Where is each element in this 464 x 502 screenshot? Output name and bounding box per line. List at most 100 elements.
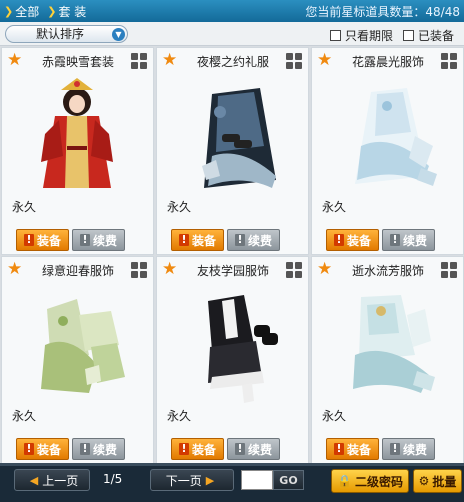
checkbox-label: 已装备 — [418, 29, 455, 43]
equip-label: 装备 — [191, 233, 216, 248]
renew-label: 续费 — [247, 442, 272, 457]
renew-button[interactable]: ! 续费 — [72, 229, 125, 251]
favorite-star-icon[interactable]: ★ — [317, 261, 334, 278]
equip-button[interactable]: ! 装备 — [326, 229, 379, 251]
item-duration: 永久 — [322, 200, 347, 214]
renew-button[interactable]: ! 续费 — [227, 229, 280, 251]
breadcrumb-suits[interactable]: ❯ 套 装 — [47, 3, 86, 20]
checkbox-box[interactable] — [403, 30, 414, 41]
chevron-right-icon: ❯ — [4, 4, 14, 18]
favorite-star-icon[interactable]: ★ — [162, 52, 179, 69]
alert-icon: ! — [389, 443, 400, 455]
equipped-checkbox[interactable]: 已装备 — [403, 27, 454, 44]
outfit-image — [202, 88, 276, 188]
outfit-image — [353, 295, 435, 393]
grid-view-icon[interactable] — [441, 53, 457, 69]
lock-icon: 🔒 — [337, 474, 352, 488]
equip-label: 装备 — [346, 442, 371, 457]
checkbox-label: 只看期限 — [345, 29, 394, 43]
item-duration: 永久 — [322, 409, 347, 423]
divider — [0, 463, 464, 466]
chevron-right-icon: ❯ — [47, 4, 57, 18]
alert-icon: ! — [333, 443, 344, 455]
grid-view-icon[interactable] — [131, 53, 147, 69]
equip-button[interactable]: ! 装备 — [171, 229, 224, 251]
favorite-star-icon[interactable]: ★ — [7, 261, 24, 278]
alert-icon: ! — [178, 443, 189, 455]
renew-label: 续费 — [92, 233, 117, 248]
go-button[interactable]: GO — [273, 470, 304, 490]
alert-icon: ! — [178, 234, 189, 246]
item-grid: ★ 赤霞映雪套装 永久 ! 装备 ! 续费 ★ 夜樱之约礼服 永久 ! 装备 !… — [0, 47, 464, 464]
grid-view-icon[interactable] — [286, 262, 302, 278]
favorite-star-icon[interactable]: ★ — [162, 261, 179, 278]
favorite-star-icon[interactable]: ★ — [7, 52, 24, 69]
chevron-down-icon: ▼ — [112, 28, 125, 41]
item-name: 绿意迎春服饰 — [41, 264, 114, 278]
renew-button[interactable]: ! 续费 — [382, 229, 435, 251]
item-card[interactable]: ★ 逝水流芳服饰 永久 ! 装备 ! 续费 — [311, 256, 464, 464]
batch-label: 批量 — [432, 474, 457, 489]
breadcrumb-label: 全部 — [15, 4, 40, 19]
page-number-input[interactable] — [241, 470, 273, 490]
filter-bar: 默认排序 ▼ 只看期限 已装备 — [0, 22, 464, 46]
item-card[interactable]: ★ 花露晨光服饰 永久 ! 装备 ! 续费 — [311, 47, 464, 255]
prev-page-button[interactable]: ◀ 上一页 — [14, 469, 90, 491]
item-card[interactable]: ★ 友枝学园服饰 永久 ! 装备 ! 续费 — [156, 256, 309, 464]
item-duration: 永久 — [167, 409, 192, 423]
item-name: 逝水流芳服饰 — [351, 264, 424, 278]
item-name: 花露晨光服饰 — [351, 55, 424, 69]
equip-button[interactable]: ! 装备 — [326, 438, 379, 460]
favorite-star-icon[interactable]: ★ — [317, 52, 334, 69]
chevron-right-icon: ▶ — [205, 473, 215, 487]
item-duration: 永久 — [167, 200, 192, 214]
renew-button[interactable]: ! 续费 — [382, 438, 435, 460]
batch-button[interactable]: ⚙ 批量 — [413, 469, 462, 493]
renew-button[interactable]: ! 续费 — [72, 438, 125, 460]
item-duration: 永久 — [12, 409, 37, 423]
item-duration: 永久 — [12, 200, 37, 214]
grid-view-icon[interactable] — [286, 53, 302, 69]
equip-label: 装备 — [36, 442, 61, 457]
alert-icon: ! — [333, 234, 344, 246]
renew-button[interactable]: ! 续费 — [227, 438, 280, 460]
equip-label: 装备 — [36, 233, 61, 248]
breadcrumb-all[interactable]: ❯ 全部 — [4, 3, 39, 20]
equip-label: 装备 — [191, 442, 216, 457]
renew-label: 续费 — [402, 233, 427, 248]
grid-view-icon[interactable] — [131, 262, 147, 278]
outfit-image — [355, 88, 437, 186]
only-expiring-checkbox[interactable]: 只看期限 — [330, 27, 393, 44]
top-bar: ❯ 全部 ❯ 套 装 您当前星标道具数量：48/48 — [0, 0, 464, 22]
equip-label: 装备 — [346, 233, 371, 248]
equip-button[interactable]: ! 装备 — [171, 438, 224, 460]
item-card[interactable]: ★ 夜樱之约礼服 永久 ! 装备 ! 续费 — [156, 47, 309, 255]
alert-icon: ! — [23, 443, 34, 455]
next-page-button[interactable]: 下一页 ▶ — [150, 469, 234, 491]
pager-bar: ◀ 上一页 1/5 下一页 ▶ GO 🔒 二级密码 ⚙ 批量 — [0, 463, 464, 502]
item-card[interactable]: ★ 绿意迎春服饰 永久 ! 装备 ! 续费 — [1, 256, 154, 464]
equip-button[interactable]: ! 装备 — [16, 438, 69, 460]
item-card[interactable]: ★ 赤霞映雪套装 永久 ! 装备 ! 续费 — [1, 47, 154, 255]
alert-icon: ! — [234, 443, 245, 455]
checkbox-box[interactable] — [330, 30, 341, 41]
renew-label: 续费 — [92, 442, 117, 457]
grid-view-icon[interactable] — [441, 262, 457, 278]
sort-label: 默认排序 — [36, 27, 85, 41]
outfit-image — [208, 295, 278, 403]
equip-button[interactable]: ! 装备 — [16, 229, 69, 251]
prev-page-label: 上一页 — [42, 473, 79, 488]
renew-label: 续费 — [247, 233, 272, 248]
secondary-password-button[interactable]: 🔒 二级密码 — [331, 469, 409, 493]
alert-icon: ! — [389, 234, 400, 246]
sort-dropdown[interactable]: 默认排序 ▼ — [5, 25, 128, 43]
item-name: 友枝学园服饰 — [196, 264, 269, 278]
alert-icon: ! — [23, 234, 34, 246]
gear-icon: ⚙ — [418, 474, 430, 488]
breadcrumb-label: 套 装 — [58, 4, 87, 19]
item-name: 赤霞映雪套装 — [41, 55, 114, 69]
page-indicator: 1/5 — [103, 472, 123, 486]
outfit-image — [41, 299, 125, 393]
alert-icon: ! — [79, 234, 90, 246]
alert-icon: ! — [79, 443, 90, 455]
